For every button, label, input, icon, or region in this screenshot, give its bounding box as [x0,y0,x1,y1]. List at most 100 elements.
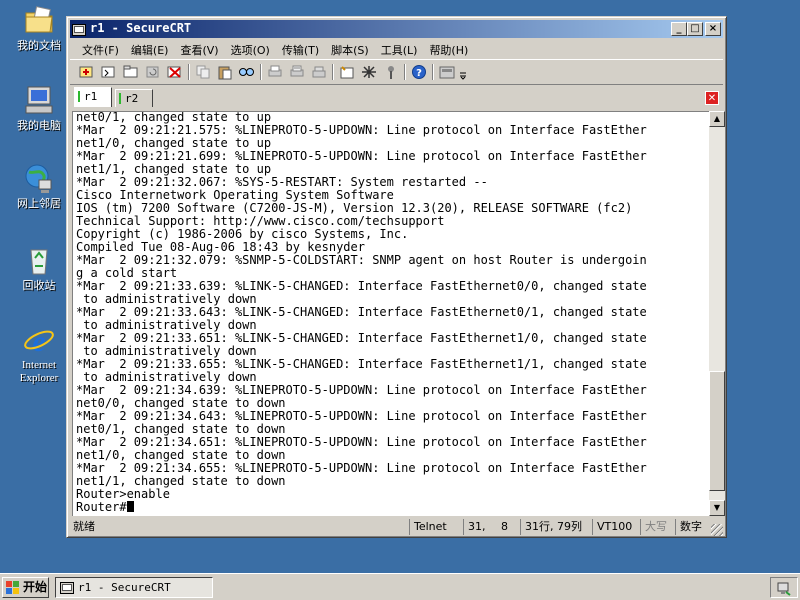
desktop-icon-internet-explorer[interactable]: e Internet Explorer [8,324,70,385]
connect-icon[interactable] [78,64,96,80]
toolbar-overflow-icon[interactable] [458,64,468,80]
toolbar-separator [404,64,406,80]
terminal-line: net0/1, changed state to down [76,422,286,436]
session-options-icon[interactable] [338,64,356,80]
desktop-icon-my-documents[interactable]: 我的文档 [8,4,70,52]
help-icon[interactable]: ? [410,64,428,80]
desktop-icon-label: 我的文档 [17,39,61,52]
sftp-icon[interactable] [438,64,456,80]
terminal-line: *Mar 2 09:21:34.651: %LINEPROTO-5-UPDOWN… [76,435,647,449]
status-emulation: VT100 [592,519,632,535]
terminal-line: to administratively down [83,318,257,332]
terminal-line: *Mar 2 09:21:34.655: %LINEPROTO-5-UPDOWN… [76,461,647,475]
terminal-prompt: Router# [76,500,127,514]
terminal-line: Technical Support: http://www.cisco.com/… [76,214,445,228]
svg-text:e: e [32,325,45,356]
terminal-line: net1/0, changed state to up [76,136,272,150]
menu-script[interactable]: 脚本(S) [325,40,375,57]
title-bar[interactable]: r1 - SecureCRT _ □ × [70,20,723,38]
find-icon[interactable] [238,64,256,80]
close-button[interactable]: × [705,22,721,36]
toolbar-separator [432,64,434,80]
menu-tools[interactable]: 工具(L) [375,40,424,57]
securecrt-app-icon[interactable] [72,22,86,36]
scroll-thumb[interactable] [709,371,725,491]
menu-edit[interactable]: 编辑(E) [125,40,175,57]
terminal-line: net0/0, changed state to down [76,396,286,410]
vertical-scrollbar[interactable]: ▲ ▼ [709,111,725,516]
terminal-line: Copyright (c) 1986-2006 by cisco Systems… [76,227,409,241]
resize-grip[interactable] [711,524,723,536]
terminal-line: *Mar 2 09:21:33.639: %LINK-5-CHANGED: In… [76,279,647,293]
print-selection-icon[interactable] [288,64,306,80]
scroll-up-button[interactable]: ▲ [709,111,725,127]
terminal-line: *Mar 2 09:21:21.699: %LINEPROTO-5-UPDOWN… [76,149,647,163]
terminal-line: to administratively down [83,292,257,306]
desktop-icon-recycle-bin[interactable]: 回收站 [8,244,70,292]
tab-r1[interactable]: r1 [74,87,112,107]
connect-tab-icon[interactable] [122,64,140,80]
menu-file[interactable]: 文件(F) [76,40,125,57]
internet-explorer-icon: e [23,324,55,358]
terminal-line: Cisco Internetwork Operating System Soft… [76,188,394,202]
print-icon[interactable] [266,64,284,80]
scroll-down-button[interactable]: ▼ [709,500,725,516]
disconnect-icon[interactable] [166,64,184,80]
quick-connect-icon[interactable] [100,64,118,80]
start-label: 开始 [23,580,48,594]
tab-close-button[interactable]: ✕ [705,91,719,105]
desktop-icon-network[interactable]: 网上邻居 [8,162,70,210]
status-caps: 大写 [640,519,672,535]
copy-icon[interactable] [194,64,212,80]
start-button[interactable]: 开始 [2,577,49,598]
status-col: 8 [501,520,508,533]
taskbar-button-label: r1 - SecureCRT [78,581,171,594]
securecrt-app-icon [60,582,74,594]
maximize-button[interactable]: □ [687,22,703,36]
toolbar: ? [70,59,723,85]
terminal-line: *Mar 2 09:21:34.643: %LINEPROTO-5-UPDOWN… [76,409,647,423]
desktop-icon-label: 我的电脑 [17,119,61,132]
network-places-icon [23,162,55,194]
terminal-line: to administratively down [83,370,257,384]
terminal-line: *Mar 2 09:21:32.067: %SYS-5-RESTART: Sys… [76,175,488,189]
keymap-icon[interactable] [382,64,400,80]
window-title: r1 - SecureCRT [90,21,192,35]
menu-help[interactable]: 帮助(H) [423,40,474,57]
toolbar-separator [188,64,190,80]
paste-icon[interactable] [216,64,234,80]
status-bar: 就绪 Telnet 31, 8 31行, 79列 VT100 大写 数字 [70,518,723,536]
menu-options[interactable]: 选项(O) [225,40,276,57]
terminal-text: net0/1, changed state to up *Mar 2 09:21… [76,112,647,514]
terminal-line: net1/1, changed state to down [76,474,286,488]
print-setup-icon[interactable] [310,64,328,80]
terminal-line: Router>enable [76,487,170,501]
status-row: 31, [463,519,487,535]
menu-view[interactable]: 查看(V) [174,40,224,57]
my-computer-icon [23,84,55,116]
status-protocol: Telnet [409,519,455,535]
desktop-icon-label: Internet Explorer [19,359,59,384]
network-status-icon[interactable] [776,580,792,596]
terminal-output[interactable]: net0/1, changed state to up *Mar 2 09:21… [72,111,709,516]
desktop-icon-my-computer[interactable]: 我的电脑 [8,84,70,132]
minimize-button[interactable]: _ [671,22,687,36]
terminal-line: *Mar 2 09:21:33.655: %LINK-5-CHANGED: In… [76,357,647,371]
recycle-bin-icon [23,244,55,276]
menu-bar: 文件(F) 编辑(E) 查看(V) 选项(O) 传输(T) 脚本(S) 工具(L) 帮助(H) [70,39,723,58]
menu-transfer[interactable]: 传输(T) [276,40,325,57]
reconnect-icon[interactable] [144,64,162,80]
desktop-icon-label: 网上邻居 [17,197,61,210]
global-options-icon[interactable] [360,64,378,80]
tab-r2[interactable]: r2 [115,89,153,107]
terminal-line: IOS (tm) 7200 Software (C7200-JS-M), Ver… [76,201,633,215]
svg-text:?: ? [416,68,422,79]
taskbar-button-securecrt[interactable]: r1 - SecureCRT [55,577,213,598]
windows-logo-icon [6,581,19,594]
tab-status-mark [119,93,121,104]
status-num: 数字 [675,519,707,535]
terminal-line: *Mar 2 09:21:33.643: %LINK-5-CHANGED: In… [76,305,647,319]
terminal-line: to administratively down [83,344,257,358]
status-ready: 就绪 [73,520,95,533]
desktop-icon-label: 回收站 [22,279,56,292]
